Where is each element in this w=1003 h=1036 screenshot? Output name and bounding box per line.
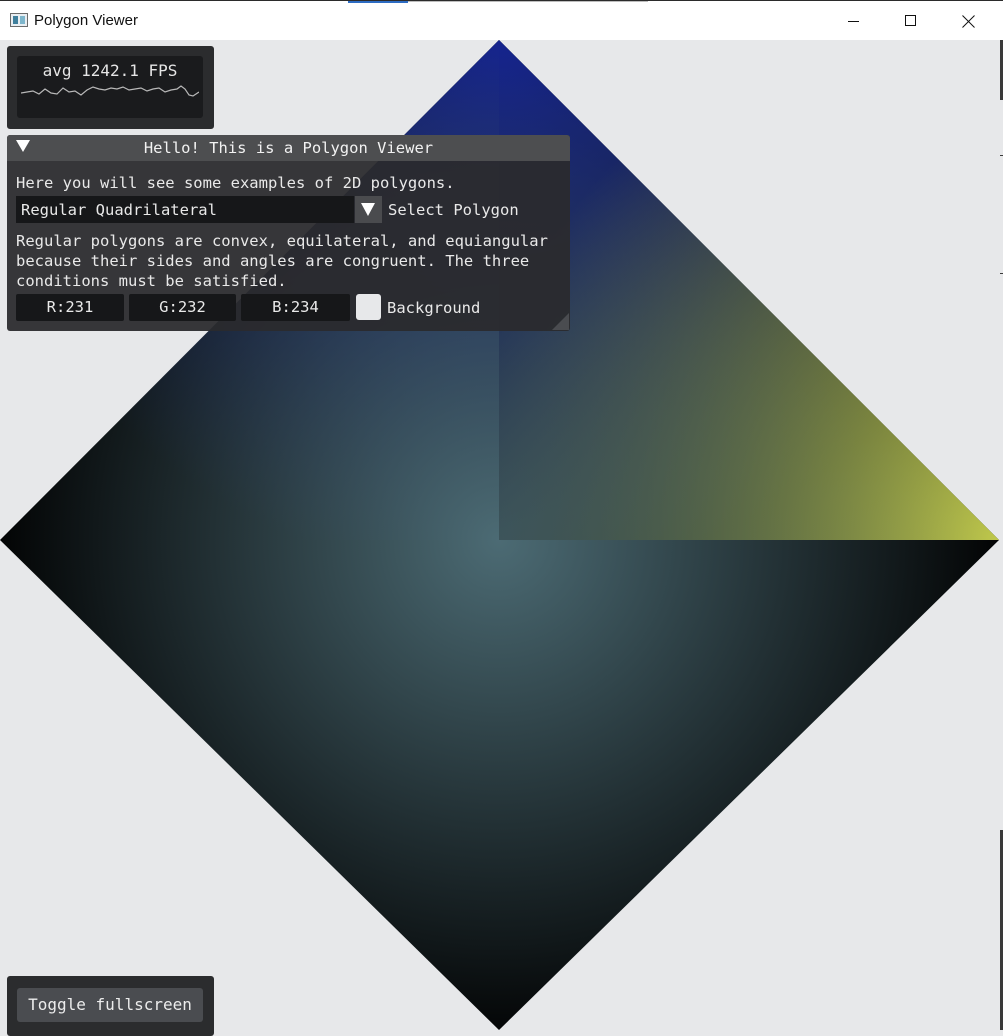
dropdown-arrow-icon [361,203,375,216]
title-bar-accent [348,1,408,3]
polygon-select-field[interactable]: Regular Quadrilateral [16,196,354,223]
polygon-select-value: Regular Quadrilateral [21,201,217,219]
background-blue-input[interactable]: B:234 [241,294,350,321]
fps-plot-frame: avg 1242.1 FPS [17,56,203,118]
minimize-button[interactable] [824,1,882,41]
polygon-select[interactable]: Regular Quadrilateral [16,196,382,223]
polygon-select-label: Select Polygon [388,201,519,219]
panel-title-bar[interactable]: Hello! This is a Polygon Viewer [7,135,570,161]
panel-title: Hello! This is a Polygon Viewer [143,139,434,157]
background-color-swatch[interactable] [356,294,381,320]
quad-upper-right [499,40,999,540]
toggle-fullscreen-button[interactable]: Toggle fullscreen [17,988,203,1022]
description-line: because their sides and angles are congr… [16,252,530,270]
description-line: conditions must be satisfied. [16,272,287,290]
close-icon [963,15,975,27]
polygon-description: Regular polygons are convex, equilateral… [16,231,548,291]
description-line: Regular polygons are convex, equilateral… [16,232,548,250]
minimize-icon [848,21,859,22]
background-color-label: Background [387,299,481,317]
fullscreen-panel: Toggle fullscreen [7,976,214,1036]
polygon-viewer-panel[interactable]: Hello! This is a Polygon Viewer Here you… [7,135,570,331]
close-button[interactable] [940,1,998,41]
maximize-button[interactable] [882,1,940,41]
window-title: Polygon Viewer [34,12,138,29]
fps-graph [21,85,199,97]
polygon-select-arrow-button[interactable] [355,196,382,223]
quad-lower-half [0,540,999,1030]
app-icon [10,13,28,27]
intro-text: Here you will see some examples of 2D po… [16,174,455,192]
background-red-input[interactable]: R:231 [16,294,124,321]
title-bar-line [408,1,648,2]
resize-grip[interactable] [552,313,569,330]
fps-overlay: avg 1242.1 FPS [7,46,214,129]
fps-readout: avg 1242.1 FPS [42,61,178,80]
title-bar: Polygon Viewer [0,0,1003,40]
background-green-input[interactable]: G:232 [129,294,236,321]
maximize-icon [905,15,916,26]
